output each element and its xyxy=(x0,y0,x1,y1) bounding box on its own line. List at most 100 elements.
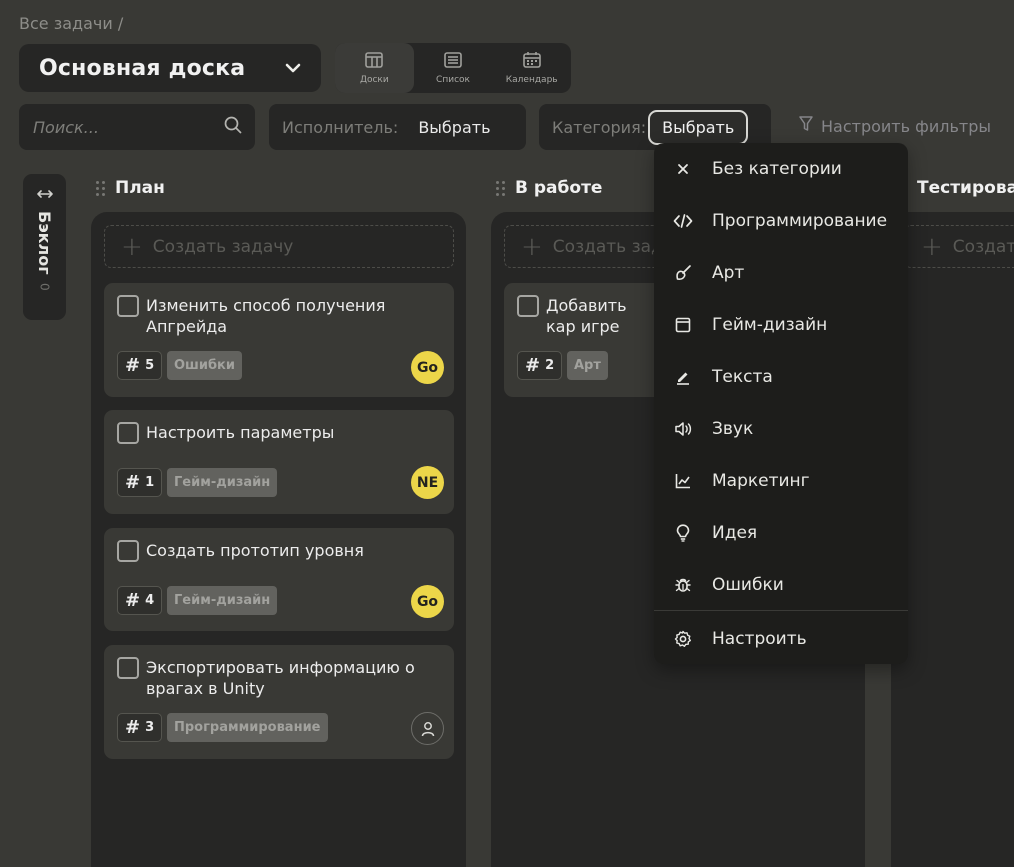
task-number-badge: # 3 xyxy=(117,713,163,742)
drag-handle-icon[interactable] xyxy=(496,180,505,196)
create-task-label: Создат xyxy=(952,236,1014,257)
board-title: Основная доска xyxy=(39,55,246,81)
task-title: Добавить кар игре xyxy=(546,296,627,336)
executor-filter-label: Исполнитель: xyxy=(282,117,399,137)
menu-item-label: Без категории xyxy=(712,159,842,179)
hash-icon: # xyxy=(125,590,141,611)
task-card[interactable]: Изменить способ получения Апгрейда # 5 О… xyxy=(104,283,454,397)
column-title: План xyxy=(115,178,165,198)
menu-item-marketing[interactable]: Маркетинг xyxy=(654,455,908,507)
backlog-panel[interactable]: Бэклог 0 xyxy=(23,174,66,320)
menu-item-label: Текста xyxy=(712,367,773,387)
search-icon[interactable] xyxy=(224,116,242,138)
view-tab-calendar[interactable]: Календарь xyxy=(492,43,571,93)
plus-icon: + xyxy=(521,231,543,262)
column-header-in-progress: В работе xyxy=(496,178,602,198)
view-tab-list[interactable]: Список xyxy=(414,43,493,93)
menu-item-settings[interactable]: Настроить xyxy=(654,613,908,665)
column-title: Тестирова xyxy=(917,178,1014,198)
bug-icon xyxy=(673,575,693,595)
task-checkbox[interactable] xyxy=(117,422,139,444)
expand-arrows-icon[interactable] xyxy=(36,188,53,203)
hash-icon: # xyxy=(125,472,141,493)
task-category-tag: Программирование xyxy=(167,713,328,742)
funnel-icon xyxy=(799,116,813,136)
category-select-button[interactable]: Выбрать xyxy=(648,109,749,145)
task-category-tag: Ошибки xyxy=(167,351,242,380)
gear-icon xyxy=(673,629,693,649)
executor-filter[interactable]: Исполнитель: Выбрать xyxy=(269,104,526,150)
task-checkbox[interactable] xyxy=(117,295,139,317)
breadcrumb[interactable]: Все задачи / xyxy=(19,14,123,33)
column-header-testing: Тестирова xyxy=(917,178,1014,198)
plus-icon: + xyxy=(921,231,943,262)
view-tab-label: Доски xyxy=(359,74,389,85)
create-task-label: Создать задачу xyxy=(152,236,294,257)
task-checkbox[interactable] xyxy=(117,540,139,562)
task-checkbox[interactable] xyxy=(517,295,539,317)
window-icon xyxy=(673,315,693,335)
menu-item-label: Ошибки xyxy=(712,575,784,595)
task-card[interactable]: Создать прототип уровня # 4 Гейм-дизайн … xyxy=(104,528,454,631)
task-category-tag: Гейм-дизайн xyxy=(167,586,278,615)
task-title: Настроить параметры xyxy=(146,423,335,442)
avatar[interactable]: Go xyxy=(411,351,444,384)
chart-icon xyxy=(673,471,693,491)
column-testing: + Создат xyxy=(891,212,1014,867)
user-icon xyxy=(421,721,434,736)
task-card[interactable]: Настроить параметры # 1 Гейм-дизайн NE xyxy=(104,410,454,514)
menu-item-label: Настроить xyxy=(712,629,807,649)
view-tab-boards[interactable]: Доски xyxy=(335,43,414,93)
plus-icon: + xyxy=(121,231,143,262)
executor-filter-value[interactable]: Выбрать xyxy=(418,118,490,137)
drag-handle-icon[interactable] xyxy=(96,180,105,196)
calendar-icon xyxy=(522,51,541,72)
menu-item-idea[interactable]: Идея xyxy=(654,507,908,559)
menu-item-art[interactable]: Арт xyxy=(654,247,908,299)
chevron-down-icon xyxy=(285,60,301,76)
menu-item-sound[interactable]: Звук xyxy=(654,403,908,455)
menu-item-label: Программирование xyxy=(712,211,888,231)
task-number: 2 xyxy=(545,358,555,373)
view-tab-label: Список xyxy=(436,74,470,85)
column-plan: + Создать задачу Изменить способ получен… xyxy=(91,212,466,867)
task-card[interactable]: Экспортировать информацию о врагах в Uni… xyxy=(104,645,454,759)
hash-icon: # xyxy=(125,717,141,738)
create-task-label: Создать зад xyxy=(552,236,663,257)
view-switcher: Доски Список Календарь xyxy=(335,43,571,93)
search-input[interactable] xyxy=(33,117,213,137)
task-title: Изменить способ получения Апгрейда xyxy=(146,296,386,336)
menu-item-no-category[interactable]: Без категории xyxy=(654,143,908,195)
task-checkbox[interactable] xyxy=(117,657,139,679)
menu-item-game-design[interactable]: Гейм-дизайн xyxy=(654,299,908,351)
backlog-label: Бэклог xyxy=(35,211,54,275)
column-title: В работе xyxy=(515,178,603,198)
menu-item-label: Гейм-дизайн xyxy=(712,315,828,335)
menu-item-programming[interactable]: Программирование xyxy=(654,195,908,247)
assign-user-button[interactable] xyxy=(411,712,444,745)
column-header-plan: План xyxy=(96,178,165,198)
menu-item-bugs[interactable]: Ошибки xyxy=(654,559,908,611)
task-number-badge: # 5 xyxy=(117,351,163,380)
menu-item-texts[interactable]: Текста xyxy=(654,351,908,403)
task-number-badge: # 4 xyxy=(117,586,163,615)
menu-divider xyxy=(654,610,908,611)
custom-filters-button[interactable]: Настроить фильтры xyxy=(799,116,991,136)
task-number: 3 xyxy=(145,720,155,735)
avatar[interactable]: NE xyxy=(411,466,444,499)
create-task-button[interactable]: + Создать задачу xyxy=(104,225,454,268)
task-number: 4 xyxy=(145,593,155,608)
menu-item-label: Арт xyxy=(712,263,745,283)
board-selector[interactable]: Основная доска xyxy=(19,44,321,92)
create-task-button[interactable]: + Создат xyxy=(904,225,1014,268)
category-dropdown-menu: Без категории Программирование Арт Гейм-… xyxy=(654,143,908,664)
lightbulb-icon xyxy=(673,523,693,543)
backlog-count: 0 xyxy=(37,282,52,291)
task-category-tag: Гейм-дизайн xyxy=(167,468,278,497)
task-number: 5 xyxy=(145,358,155,373)
avatar[interactable]: Go xyxy=(411,585,444,618)
list-icon xyxy=(444,51,462,72)
brush-icon xyxy=(673,263,693,283)
task-title: Создать прототип уровня xyxy=(146,541,364,560)
code-icon xyxy=(673,211,693,231)
